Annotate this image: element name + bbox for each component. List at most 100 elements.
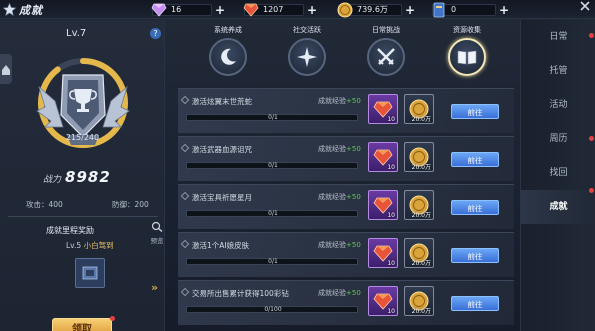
- book-icon: [457, 50, 477, 65]
- quest-title: 激活宝具祈愿星月: [192, 193, 252, 202]
- quest-title: 激活武器血源诅咒: [192, 145, 252, 154]
- bullet-icon: [180, 95, 190, 105]
- category-label: 社交活跃: [293, 26, 321, 34]
- achievement-star-icon: [3, 3, 16, 16]
- preview-button[interactable]: 预览: [150, 221, 164, 245]
- bullet-icon: [180, 287, 190, 297]
- progress-text: 0/100: [264, 306, 282, 313]
- exp-text: 215/240: [65, 133, 100, 142]
- milestone-title: 成就里程奖励: [46, 226, 94, 235]
- category-social[interactable]: 社交活跃: [282, 25, 332, 76]
- quest-row: 激活武器血源诅咒 成就经验+50 0/1 10 20.0万 前往: [178, 136, 514, 181]
- side-tab[interactable]: [0, 54, 12, 84]
- resource-diamond: 16 +: [151, 2, 226, 17]
- nav-events[interactable]: 活动: [521, 88, 595, 122]
- quest-title: 激活炫翼末世荒蛇: [192, 97, 252, 106]
- milestone-reward-item[interactable]: [75, 258, 105, 288]
- progress-text: 0/1: [268, 210, 278, 217]
- reward-gem-item[interactable]: 10: [368, 142, 398, 172]
- quest-row: 激活炫翼末世荒蛇 成就经验+50 0/1 10 20.0万 前往: [178, 88, 514, 133]
- reward-gem-item[interactable]: 10: [368, 190, 398, 220]
- reward-coin-item[interactable]: 20.0万: [404, 142, 434, 172]
- category-label: 日常挑战: [372, 26, 400, 34]
- nav-retrieve[interactable]: 找回: [521, 156, 595, 190]
- power-value: 8982: [65, 168, 111, 186]
- crossed-swords-icon: [377, 48, 395, 65]
- item-quantity: 20.0万: [411, 308, 431, 315]
- quest-progress-bar: 0/1: [186, 114, 358, 121]
- goto-button[interactable]: 前往: [451, 152, 499, 167]
- star-compass-icon: [297, 47, 317, 67]
- nav-notification-dot: [589, 188, 594, 193]
- ticket-icon: [430, 2, 448, 19]
- avatar-frame-icon: [82, 266, 98, 280]
- nav-achievement[interactable]: 成就: [521, 190, 595, 224]
- quest-progress-bar: 0/100: [186, 306, 358, 313]
- next-arrow-icon[interactable]: »: [151, 281, 158, 294]
- magnifier-icon: [151, 221, 163, 233]
- reward-coin-item[interactable]: 20.0万: [404, 94, 434, 124]
- milestone-level-value: Lv.5: [66, 241, 82, 250]
- add-gold-button[interactable]: +: [404, 4, 416, 16]
- goto-button[interactable]: 前往: [451, 104, 499, 119]
- goto-button[interactable]: 前往: [451, 248, 499, 263]
- bullet-icon: [180, 191, 190, 201]
- close-button[interactable]: [577, 0, 593, 16]
- nav-auto[interactable]: 托管: [521, 54, 595, 88]
- quest-row: 交易所出售累计获得100彩钻 成就经验+50 0/100 10 20.0万 前往: [178, 280, 514, 325]
- reward-gem-item[interactable]: 10: [368, 286, 398, 316]
- add-red-gem-button[interactable]: +: [306, 4, 318, 16]
- divider: [8, 216, 158, 217]
- quest-exp: 成就经验+50: [318, 96, 361, 106]
- item-quantity: 10: [387, 116, 395, 123]
- item-quantity: 10: [387, 212, 395, 219]
- quest-exp: 成就经验+50: [318, 240, 361, 250]
- screen-title: 成就: [0, 0, 80, 19]
- reward-coin-item[interactable]: 20.0万: [404, 286, 434, 316]
- item-quantity: 20.0万: [411, 260, 431, 267]
- reward-gem-item[interactable]: 10: [368, 238, 398, 268]
- nav-calendar[interactable]: 周历: [521, 122, 595, 156]
- goto-button[interactable]: 前往: [451, 296, 499, 311]
- quest-exp: 成就经验+50: [318, 288, 361, 298]
- exp-value: +50: [346, 145, 361, 153]
- quest-list[interactable]: 激活炫翼末世荒蛇 成就经验+50 0/1 10 20.0万 前往 激活武器血源诅…: [178, 88, 514, 331]
- claim-button[interactable]: 领取: [52, 318, 112, 331]
- item-quantity: 10: [387, 164, 395, 171]
- item-quantity: 20.0万: [411, 164, 431, 171]
- add-ticket-button[interactable]: +: [498, 4, 510, 16]
- reward-coin-item[interactable]: 20.0万: [404, 190, 434, 220]
- exp-value: +50: [346, 241, 361, 249]
- progress-text: 0/1: [268, 114, 278, 121]
- reward-coin-item[interactable]: 20.0万: [404, 238, 434, 268]
- top-bar: 成就 16 + 1207 + 739.6万 + 0 +: [0, 0, 595, 19]
- exp-value: +50: [346, 97, 361, 105]
- gold-coin-icon: [336, 2, 354, 19]
- nav-daily[interactable]: 日常: [521, 20, 595, 54]
- category-daily[interactable]: 日常挑战: [361, 25, 411, 76]
- help-icon[interactable]: ?: [150, 28, 161, 39]
- add-diamond-button[interactable]: +: [214, 4, 226, 16]
- diamond-count: 16: [171, 5, 182, 14]
- quest-row: 激活1个AI娘皮肤 成就经验+50 0/1 10 20.0万 前往: [178, 232, 514, 277]
- home-icon: [2, 65, 10, 75]
- reward-gem-item[interactable]: 10: [368, 94, 398, 124]
- category-system[interactable]: 系统养成: [203, 25, 253, 76]
- progress-text: 0/1: [268, 258, 278, 265]
- category-resources[interactable]: 资源收集: [442, 25, 492, 76]
- quest-title: 激活1个AI娘皮肤: [192, 241, 250, 250]
- exp-label: 成就经验: [318, 241, 346, 249]
- preview-label: 预览: [150, 237, 164, 245]
- item-quantity: 10: [387, 260, 395, 267]
- title-text: 成就: [19, 3, 43, 17]
- bullet-icon: [180, 239, 190, 249]
- category-label: 资源收集: [453, 26, 481, 34]
- milestone-level: Lv.5 小白驾到: [66, 240, 114, 251]
- goto-button[interactable]: 前往: [451, 200, 499, 215]
- red-gem-icon: [242, 2, 260, 19]
- item-quantity: 20.0万: [411, 116, 431, 123]
- quest-progress-bar: 0/1: [186, 258, 358, 265]
- bullet-icon: [180, 143, 190, 153]
- achievement-screen: 成就 16 + 1207 + 739.6万 + 0 + Lv.7 ? 215/2…: [0, 0, 595, 331]
- attack-stat: 攻击：400: [26, 200, 63, 209]
